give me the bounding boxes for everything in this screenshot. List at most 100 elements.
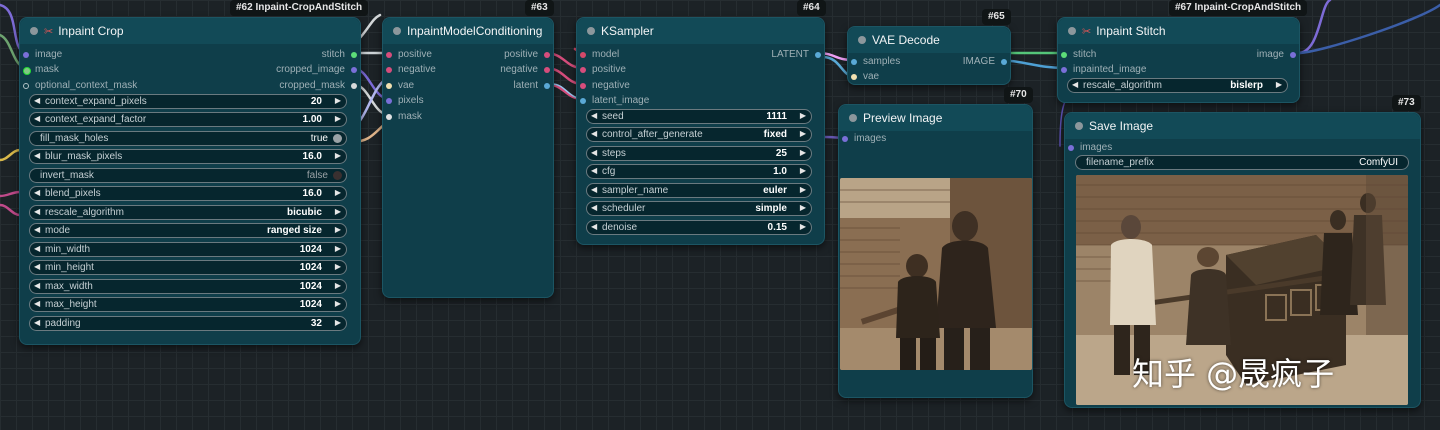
increment-arrow-icon[interactable]: ▶	[335, 96, 341, 105]
collapse-dot-icon[interactable]	[393, 27, 401, 35]
collapse-dot-icon[interactable]	[849, 114, 857, 122]
widget-context-expand-pixels[interactable]: ◀ context_expand_pixels 20 ▶	[29, 94, 347, 109]
saved-image-thumbnail[interactable]: 知乎 @晟疯子	[1076, 175, 1408, 405]
preview-image-node[interactable]: #70 Preview Image images	[838, 87, 1033, 398]
input-slot-positive[interactable]: positive	[580, 64, 626, 76]
collapse-dot-icon[interactable]	[587, 27, 595, 35]
input-slot-optional-context-mask[interactable]: optional_context_mask	[23, 80, 137, 92]
increment-arrow-icon[interactable]: ▶	[800, 222, 806, 231]
node-header[interactable]: KSampler	[577, 18, 824, 44]
inpaint-crop-node[interactable]: #62 Inpaint-CropAndStitch ✂ Inpaint Crop …	[19, 0, 369, 345]
input-slot-vae[interactable]: vae	[386, 80, 414, 92]
widget-blur-mask-pixels[interactable]: ◀ blur_mask_pixels 16.0 ▶	[29, 149, 347, 164]
input-slot-negative[interactable]: negative	[580, 80, 630, 92]
increment-arrow-icon[interactable]: ▶	[335, 114, 341, 123]
node-header[interactable]: VAE Decode	[848, 27, 1010, 53]
previous-option-arrow-icon[interactable]: ◀	[34, 207, 40, 216]
increment-arrow-icon[interactable]: ▶	[335, 244, 341, 253]
decrement-arrow-icon[interactable]: ◀	[591, 166, 597, 175]
output-slot-image[interactable]: image	[1257, 49, 1296, 61]
previous-option-arrow-icon[interactable]: ◀	[34, 225, 40, 234]
node-header[interactable]: Preview Image	[839, 105, 1032, 131]
next-option-arrow-icon[interactable]: ▶	[335, 225, 341, 234]
toggle-on-knob-icon[interactable]	[333, 134, 342, 143]
next-option-arrow-icon[interactable]: ▶	[800, 129, 806, 138]
decrement-arrow-icon[interactable]: ◀	[34, 262, 40, 271]
input-slot-image[interactable]: image	[23, 49, 62, 61]
input-slot-negative[interactable]: negative	[386, 64, 436, 76]
next-option-arrow-icon[interactable]: ▶	[1276, 80, 1282, 89]
collapse-dot-icon[interactable]	[1068, 27, 1076, 35]
widget-invert-mask-toggle[interactable]: invert_mask false	[29, 168, 347, 183]
previous-option-arrow-icon[interactable]: ◀	[591, 185, 597, 194]
node-header[interactable]: Save Image	[1065, 113, 1420, 139]
output-slot-positive[interactable]: positive	[504, 49, 550, 61]
next-option-arrow-icon[interactable]: ▶	[800, 185, 806, 194]
decrement-arrow-icon[interactable]: ◀	[34, 96, 40, 105]
vae-decode-node[interactable]: #65 VAE Decode samples vae IMAGE	[847, 9, 1011, 85]
increment-arrow-icon[interactable]: ▶	[335, 281, 341, 290]
decrement-arrow-icon[interactable]: ◀	[34, 114, 40, 123]
inpaint-model-conditioning-node[interactable]: #63 InpaintModelConditioning positive ne…	[382, 0, 554, 298]
increment-arrow-icon[interactable]: ▶	[335, 188, 341, 197]
widget-sampler-name-select[interactable]: ◀ sampler_name euler ▶	[586, 183, 812, 198]
widget-padding[interactable]: ◀ padding 32 ▶	[29, 316, 347, 331]
input-slot-model[interactable]: model	[580, 49, 619, 61]
previous-option-arrow-icon[interactable]: ◀	[591, 129, 597, 138]
input-slot-mask[interactable]: mask	[23, 64, 59, 76]
widget-filename-prefix-input[interactable]: filename_prefix ComfyUI	[1075, 155, 1409, 170]
collapse-dot-icon[interactable]	[1075, 122, 1083, 130]
output-slot-latent[interactable]: LATENT	[771, 49, 821, 61]
output-slot-stitch[interactable]: stitch	[322, 49, 357, 61]
widget-seed[interactable]: ◀ seed 1111 ▶	[586, 109, 812, 124]
widget-denoise[interactable]: ◀ denoise 0.15 ▶	[586, 220, 812, 235]
ksampler-node[interactable]: #64 KSampler model positive negative lat…	[576, 0, 826, 245]
output-slot-cropped-mask[interactable]: cropped_mask	[279, 80, 357, 92]
previous-option-arrow-icon[interactable]: ◀	[591, 203, 597, 212]
decrement-arrow-icon[interactable]: ◀	[34, 188, 40, 197]
increment-arrow-icon[interactable]: ▶	[800, 166, 806, 175]
save-image-node[interactable]: #73 Save Image images filename_prefix Com…	[1064, 95, 1421, 408]
output-slot-latent[interactable]: latent	[514, 80, 550, 92]
decrement-arrow-icon[interactable]: ◀	[591, 111, 597, 120]
decrement-arrow-icon[interactable]: ◀	[591, 148, 597, 157]
preview-image-thumbnail[interactable]	[840, 178, 1032, 370]
increment-arrow-icon[interactable]: ▶	[335, 262, 341, 271]
node-header[interactable]: ✂ Inpaint Crop	[20, 18, 360, 44]
widget-steps[interactable]: ◀ steps 25 ▶	[586, 146, 812, 161]
input-slot-pixels[interactable]: pixels	[386, 95, 424, 107]
decrement-arrow-icon[interactable]: ◀	[34, 151, 40, 160]
decrement-arrow-icon[interactable]: ◀	[34, 299, 40, 308]
input-slot-positive[interactable]: positive	[386, 49, 432, 61]
decrement-arrow-icon[interactable]: ◀	[591, 222, 597, 231]
input-slot-vae[interactable]: vae	[851, 71, 879, 83]
collapse-dot-icon[interactable]	[858, 36, 866, 44]
widget-max-width[interactable]: ◀ max_width 1024 ▶	[29, 279, 347, 294]
toggle-off-knob-icon[interactable]	[333, 171, 342, 180]
widget-min-height[interactable]: ◀ min_height 1024 ▶	[29, 260, 347, 275]
output-slot-image[interactable]: IMAGE	[963, 56, 1007, 68]
widget-context-expand-factor[interactable]: ◀ context_expand_factor 1.00 ▶	[29, 112, 347, 127]
input-slot-mask[interactable]: mask	[386, 111, 422, 123]
increment-arrow-icon[interactable]: ▶	[800, 111, 806, 120]
next-option-arrow-icon[interactable]: ▶	[800, 203, 806, 212]
widget-scheduler-select[interactable]: ◀ scheduler simple ▶	[586, 201, 812, 216]
collapse-dot-icon[interactable]	[30, 27, 38, 35]
input-slot-samples[interactable]: samples	[851, 56, 900, 68]
next-option-arrow-icon[interactable]: ▶	[335, 207, 341, 216]
increment-arrow-icon[interactable]: ▶	[800, 148, 806, 157]
input-slot-images[interactable]: images	[1068, 142, 1112, 154]
increment-arrow-icon[interactable]: ▶	[335, 299, 341, 308]
input-slot-stitch[interactable]: stitch	[1061, 49, 1096, 61]
output-slot-negative[interactable]: negative	[500, 64, 550, 76]
widget-max-height[interactable]: ◀ max_height 1024 ▶	[29, 297, 347, 312]
previous-option-arrow-icon[interactable]: ◀	[1072, 80, 1078, 89]
decrement-arrow-icon[interactable]: ◀	[34, 244, 40, 253]
decrement-arrow-icon[interactable]: ◀	[34, 318, 40, 327]
input-slot-latent-image[interactable]: latent_image	[580, 95, 649, 107]
inpaint-stitch-node[interactable]: #67 Inpaint-CropAndStitch ✂ Inpaint Stitc…	[1057, 0, 1308, 103]
input-slot-images[interactable]: images	[842, 133, 886, 145]
widget-fill-mask-holes-toggle[interactable]: fill_mask_holes true	[29, 131, 347, 146]
output-slot-cropped-image[interactable]: cropped_image	[276, 64, 357, 76]
widget-cfg[interactable]: ◀ cfg 1.0 ▶	[586, 164, 812, 179]
